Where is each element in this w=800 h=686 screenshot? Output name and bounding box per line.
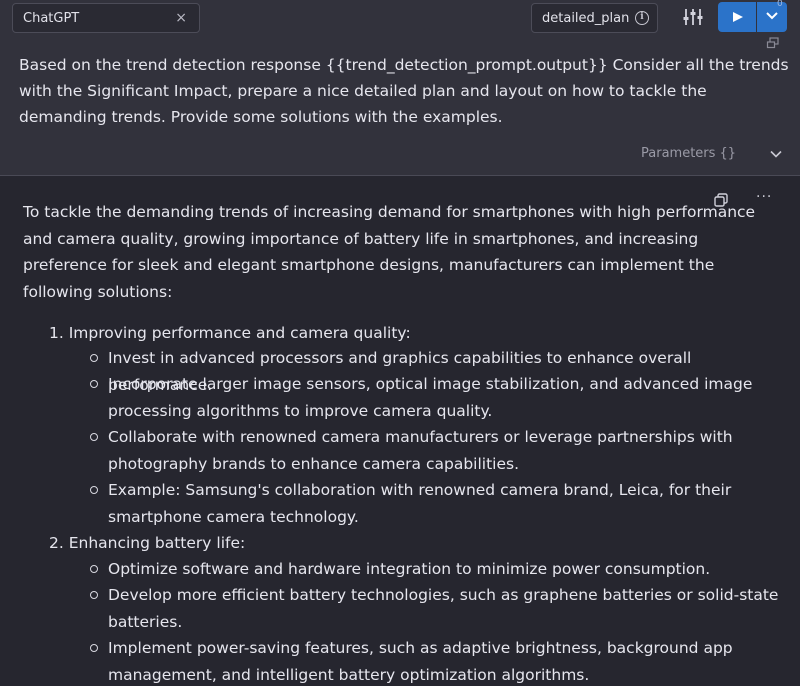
list-item: Example: Samsung's collaboration with re… <box>90 477 780 530</box>
bullet-icon <box>90 380 98 388</box>
prompt-name-field[interactable]: detailed_plan i <box>531 3 658 33</box>
parameters-toggle[interactable]: Parameters {} <box>641 146 782 161</box>
list-item-text: Optimize software and hardware integrati… <box>108 560 711 578</box>
list-item: Incorporate larger image sensors, optica… <box>90 371 780 424</box>
close-icon[interactable]: × <box>175 10 187 26</box>
response-intro: To tackle the demanding trends of increa… <box>23 203 756 301</box>
bullet-icon <box>90 486 98 494</box>
text-cursor-marker: 0 <box>777 0 783 9</box>
list-item: Optimize software and hardware integrati… <box>90 556 780 583</box>
list-item-text: Example: Samsung's collaboration with re… <box>108 481 732 526</box>
prompt-panel: ChatGPT × detailed_plan i 0 Based on the… <box>0 0 800 176</box>
list-item-title: 1. Improving performance and camera qual… <box>49 324 411 342</box>
list-item-text: Implement power-saving features, such as… <box>108 639 733 684</box>
run-button[interactable] <box>718 2 756 32</box>
list-item-text: Incorporate larger image sensors, optica… <box>108 375 753 420</box>
list-item-text: Collaborate with renowned camera manufac… <box>108 428 733 473</box>
list-item-title: 2. Enhancing battery life: <box>49 534 246 552</box>
bullet-icon <box>90 644 98 652</box>
response-panel: ··· To tackle the demanding trends of in… <box>0 177 800 686</box>
prompt-text[interactable]: Based on the trend detection response {{… <box>19 52 789 130</box>
prompt-toolbar: ChatGPT × detailed_plan i 0 <box>0 0 800 49</box>
list-item: Collaborate with renowned camera manufac… <box>90 424 780 477</box>
list-item: Develop more efficient battery technolog… <box>90 582 780 635</box>
bullet-icon <box>90 591 98 599</box>
chevron-down-icon <box>770 150 782 158</box>
parameters-label: Parameters {} <box>641 146 737 161</box>
bullet-icon <box>90 433 98 441</box>
list-item-text: Develop more efficient battery technolog… <box>108 586 779 631</box>
bullet-icon <box>90 565 98 573</box>
list-item: Implement power-saving features, such as… <box>90 635 780 686</box>
play-icon <box>733 12 743 22</box>
model-label: ChatGPT <box>23 10 80 26</box>
settings-sliders-icon[interactable] <box>681 5 705 29</box>
bullet-icon <box>90 354 98 362</box>
info-icon[interactable]: i <box>635 11 649 25</box>
model-tab[interactable]: ChatGPT × <box>12 3 200 33</box>
chevron-down-icon <box>766 12 778 20</box>
prompt-name-label: detailed_plan <box>542 10 630 26</box>
detach-window-icon[interactable] <box>766 34 780 49</box>
